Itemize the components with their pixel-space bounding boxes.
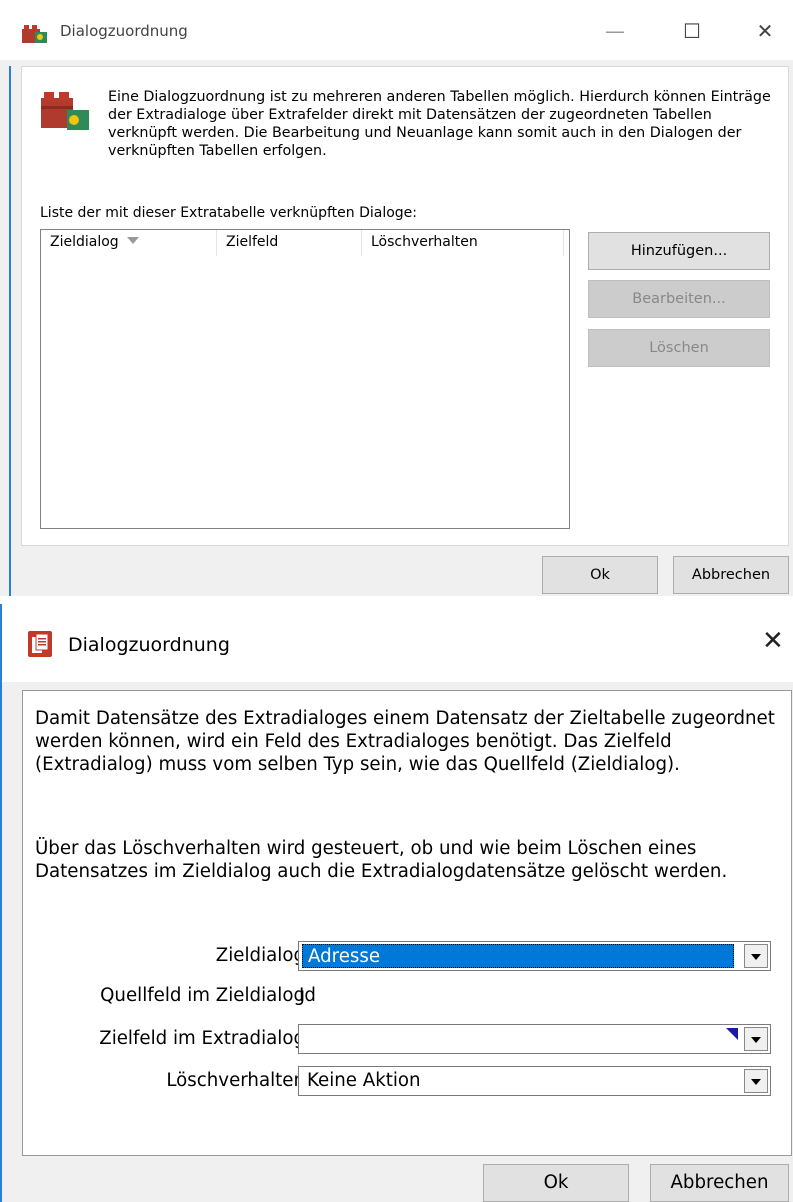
zieldialog-combobox[interactable]: Adresse [298, 941, 771, 971]
loeschverhalten-combobox[interactable]: Keine Aktion [298, 1066, 771, 1096]
window-border [9, 66, 11, 596]
chevron-down-icon [751, 954, 761, 960]
zieldialog-value: Adresse [302, 944, 734, 968]
chevron-down-icon [751, 1079, 761, 1085]
dropdown-button[interactable] [744, 1027, 768, 1051]
list-caption: Liste der mit dieser Extratabelle verknü… [40, 205, 418, 221]
ok-button[interactable]: Ok [542, 556, 658, 594]
delete-button[interactable]: Löschen [588, 329, 770, 367]
maximize-button[interactable]: ☐ [672, 16, 712, 46]
column-header-loeschverhalten[interactable]: Löschverhalten [362, 230, 564, 256]
minimize-button[interactable]: — [595, 16, 635, 46]
ok-button[interactable]: Ok [483, 1164, 629, 1202]
dialog-assignment-edit-window: Dialogzuordnung ✕ Damit Datensätze des E… [0, 604, 793, 1202]
dialog-assignment-list-window: Dialogzuordnung — ☐ ✕ Eine Dialogzuordnu… [0, 0, 793, 596]
column-header-label: Zieldialog [50, 234, 119, 250]
loeschverhalten-value: Keine Aktion [307, 1070, 421, 1091]
zieldialog-label: Zieldialog [215, 945, 305, 966]
quellfeld-label: Quellfeld im Zieldialog [100, 985, 305, 1006]
dialog-content-panel: Eine Dialogzuordnung ist zu mehreren and… [21, 66, 789, 546]
window-title: Dialogzuordnung [60, 22, 188, 40]
titlebar[interactable]: Dialogzuordnung — ☐ ✕ [0, 0, 793, 60]
quellfeld-value: Id [299, 985, 316, 1006]
dialog-assignment-app-icon [22, 25, 47, 43]
cancel-button[interactable]: Abbrechen [650, 1164, 789, 1202]
edit-button[interactable]: Bearbeiten... [588, 280, 770, 318]
window-border [0, 604, 2, 1202]
zielfeld-combobox[interactable] [298, 1024, 771, 1054]
required-field-marker-icon [726, 1028, 738, 1040]
sort-descending-icon [126, 237, 139, 244]
dropdown-button[interactable] [744, 944, 768, 968]
description-paragraph-2: Über das Löschverhalten wird gesteuert, … [35, 838, 728, 882]
add-button[interactable]: Hinzufügen... [588, 232, 770, 270]
window-title: Dialogzuordnung [68, 634, 230, 656]
dialog-content-panel: Damit Datensätze des Extradialoges einem… [22, 690, 792, 1156]
close-button[interactable]: ✕ [762, 626, 784, 656]
cancel-button[interactable]: Abbrechen [673, 556, 789, 594]
chevron-down-icon [751, 1037, 761, 1043]
info-description: Eine Dialogzuordnung ist zu mehreren and… [108, 89, 771, 159]
zielfeld-label: Zielfeld im Extradialog [99, 1028, 305, 1049]
description-paragraph-1: Damit Datensätze des Extradialoges einem… [35, 708, 775, 775]
titlebar[interactable]: Dialogzuordnung ✕ [2, 604, 793, 682]
close-button[interactable]: ✕ [745, 16, 785, 46]
linked-tables-icon [41, 92, 89, 130]
loeschverhalten-label: Löschverhalten [166, 1070, 305, 1091]
column-header-zieldialog[interactable]: Zieldialog [41, 230, 217, 256]
documents-icon [28, 631, 52, 657]
linked-dialogs-list[interactable]: Zieldialog Zielfeld Löschverhalten [40, 229, 570, 529]
column-header-zielfeld[interactable]: Zielfeld [217, 230, 362, 256]
zielfeld-value [302, 1027, 307, 1051]
dropdown-button[interactable] [744, 1069, 768, 1093]
